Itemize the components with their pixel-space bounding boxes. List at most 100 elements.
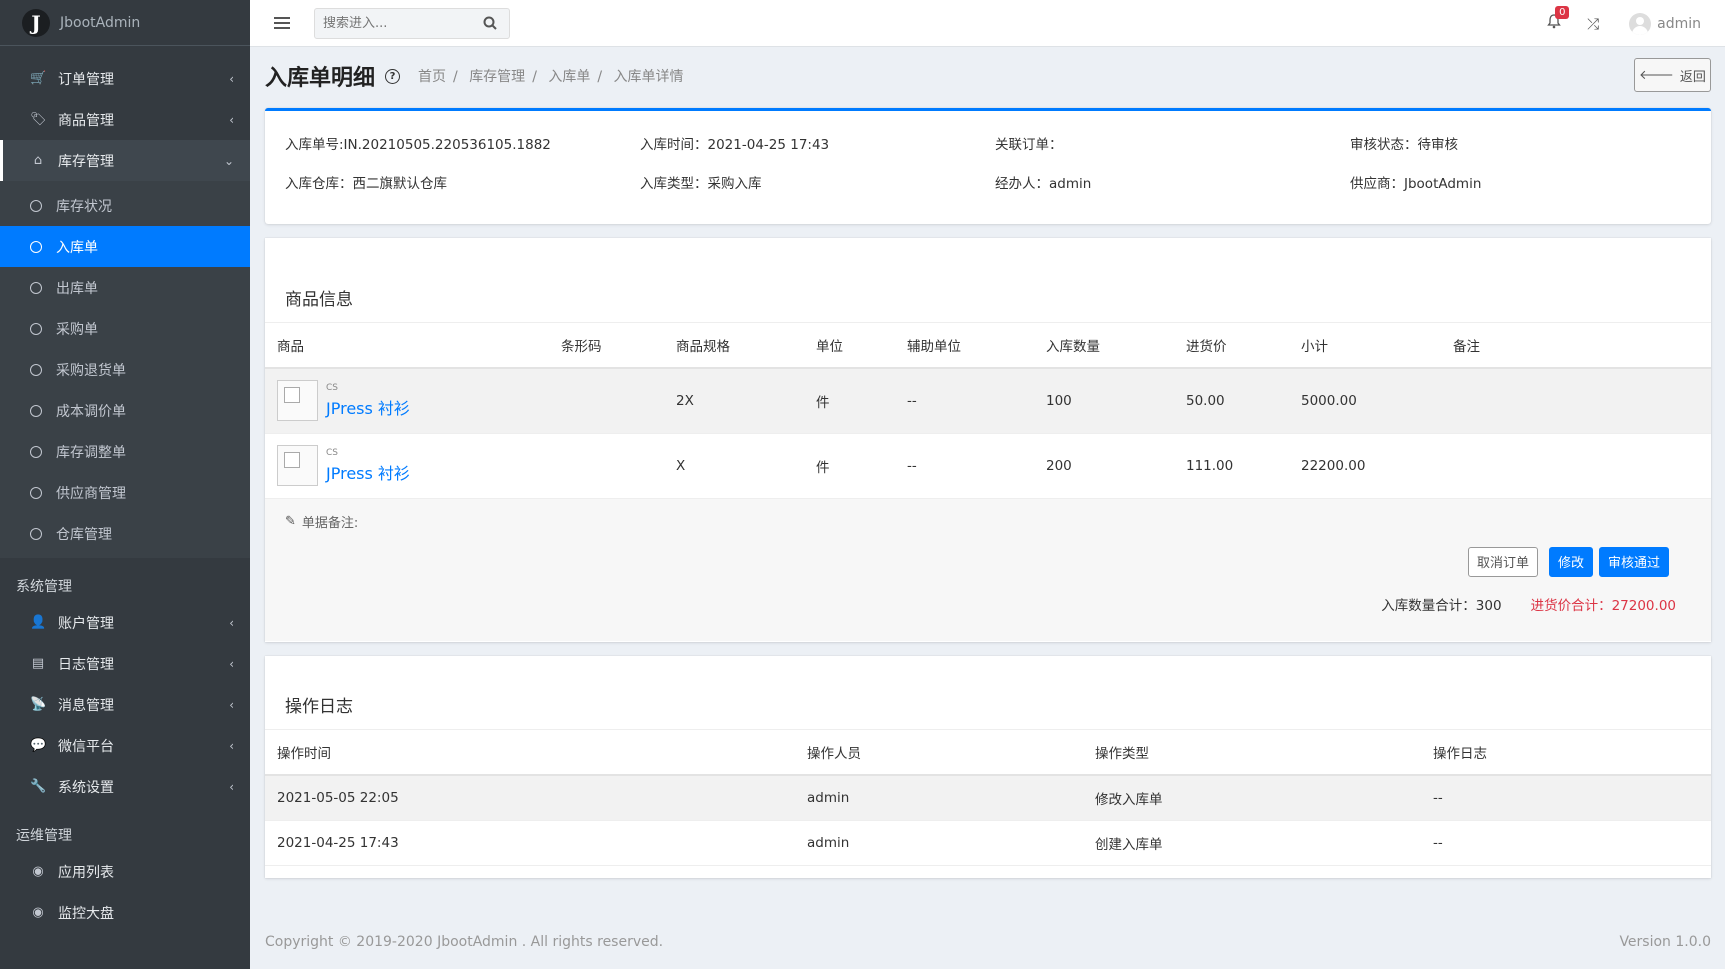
log-title: 操作日志 [265, 656, 1711, 730]
table-row: 2021-05-05 22:05 admin 修改入库单 -- [265, 775, 1711, 821]
sidebar-item-settings[interactable]: 🔧 系统设置 ‹ [0, 766, 250, 807]
col-header: 商品规格 [664, 323, 804, 369]
cell-type: 修改入库单 [1083, 775, 1421, 821]
sidebar-subitem-stock-status[interactable]: 库存状况 [0, 185, 250, 226]
cell-note [1441, 368, 1711, 434]
search-box [314, 7, 510, 39]
col-header: 单位 [804, 323, 895, 369]
page-title: 入库单明细 [265, 66, 376, 91]
sidebar-item-monitor[interactable]: ◉ 监控大盘 [0, 892, 250, 933]
back-button[interactable]: 🡐 返回 [1634, 58, 1711, 92]
info-time: 入库时间：2021-04-25 17:43 [640, 137, 830, 153]
sidebar-subitem-inbound[interactable]: 入库单 [0, 226, 250, 267]
sidebar-subitem-cost-adjust[interactable]: 成本调价单 [0, 390, 250, 431]
circle-icon [30, 322, 42, 335]
cell-detail: -- [1421, 820, 1711, 866]
breadcrumb-home[interactable]: 首页 [418, 69, 446, 85]
shuffle-icon[interactable]: ⤮ [1587, 15, 1599, 33]
sidebar-item-label: 系统设置 [58, 779, 114, 796]
cell-subtotal: 5000.00 [1289, 368, 1441, 434]
product-thumbnail[interactable] [277, 445, 318, 486]
topbar: 0 ⤮ admin [250, 0, 1725, 47]
info-grid: 入库单号:IN.20210505.220536105.1882 入库时间：202… [285, 133, 1691, 192]
product-link[interactable]: JPress 衬衫 [326, 395, 410, 419]
cell-barcode [549, 368, 664, 434]
sidebar-item-label: 库存调整单 [56, 444, 126, 461]
sidebar-item-orders[interactable]: 🛒 订单管理 ‹ [0, 58, 250, 99]
sidebar-item-label: 订单管理 [58, 71, 114, 88]
sidebar-item-label: 采购单 [56, 321, 98, 338]
sidebar-item-stock[interactable]: ⌂ 库存管理 ⌄ [0, 140, 250, 181]
arrow-left-icon: 🡐 [1639, 68, 1674, 83]
notification-badge: 0 [1555, 6, 1570, 19]
brand[interactable]: J JbootAdmin [0, 0, 250, 46]
circle-icon [30, 486, 42, 499]
cell-barcode [549, 433, 664, 499]
search-input[interactable] [315, 15, 475, 31]
product-link[interactable]: JPress 衬衫 [326, 460, 410, 484]
breadcrumb-inbound[interactable]: 入库单 [548, 69, 590, 85]
col-header: 小计 [1289, 323, 1441, 369]
user-menu[interactable]: admin [1629, 12, 1701, 35]
sidebar-item-products[interactable]: 🏷 商品管理 ‹ [0, 99, 250, 140]
brand-name: JbootAdmin [60, 14, 141, 31]
chevron-left-icon: ‹ [229, 71, 234, 86]
goods-title: 商品信息 [265, 238, 1711, 323]
section-header-system: 系统管理 [16, 579, 72, 595]
search-icon[interactable] [475, 16, 505, 30]
sidebar-item-label: 微信平台 [58, 738, 114, 755]
gauge-icon: ◉ [32, 905, 44, 920]
cell-price: 111.00 [1174, 433, 1289, 499]
cell-unit: 件 [804, 368, 895, 434]
sidebar-item-messages[interactable]: 📡 消息管理 ‹ [0, 684, 250, 725]
breadcrumb-stock[interactable]: 库存管理 [469, 69, 525, 85]
sidebar-subitem-outbound[interactable]: 出库单 [0, 267, 250, 308]
sidebar-item-label: 应用列表 [58, 864, 114, 881]
col-header: 备注 [1441, 323, 1711, 369]
chevron-left-icon: ‹ [229, 112, 234, 127]
sidebar-subitem-suppliers[interactable]: 供应商管理 [0, 472, 250, 513]
circle-icon [30, 281, 42, 294]
edit-button[interactable]: 修改 [1548, 546, 1593, 577]
sidebar-subitem-purchase[interactable]: 采购单 [0, 308, 250, 349]
chevron-left-icon: ‹ [229, 779, 234, 794]
sidebar-item-wechat[interactable]: 💬 微信平台 ‹ [0, 725, 250, 766]
sidebar-item-label: 出库单 [56, 280, 98, 297]
chevron-left-icon: ‹ [229, 738, 234, 753]
cell-detail: -- [1421, 775, 1711, 821]
chevron-down-icon: ⌄ [223, 153, 234, 168]
sidebar-item-label: 商品管理 [58, 112, 114, 129]
stock-submenu: 库存状况 入库单 出库单 采购单 采购退货单 成本调价单 库存调整单 供应商管理… [0, 181, 250, 558]
remark-label: 单据备注: [301, 515, 359, 531]
sidebar-subitem-stock-adjust[interactable]: 库存调整单 [0, 431, 250, 472]
page-header: 入库单明细 ? 首页 / 库存管理 / 入库单 / 入库单详情 🡐 返回 [265, 47, 1711, 105]
cell-aux-unit: -- [895, 368, 1034, 434]
cancel-order-button[interactable]: 取消订单 [1467, 546, 1538, 577]
brand-logo: J [22, 8, 50, 37]
approve-button[interactable]: 审核通过 [1598, 546, 1669, 577]
product-thumbnail[interactable] [277, 380, 318, 422]
sidebar-item-accounts[interactable]: 👤 账户管理 ‹ [0, 602, 250, 643]
topbar-right: 0 ⤮ admin [1547, 0, 1701, 47]
sidebar-item-label: 供应商管理 [56, 485, 126, 502]
hamburger-icon[interactable] [274, 14, 290, 32]
sidebar-subitem-warehouses[interactable]: 仓库管理 [0, 513, 250, 554]
breadcrumb: 首页 / 库存管理 / 入库单 / 入库单详情 [418, 69, 684, 85]
wrench-icon: 🔧 [30, 779, 47, 794]
notification-button[interactable]: 0 [1547, 6, 1570, 33]
totals: 入库数量合计：300 进货价合计：27200.00 [1381, 594, 1676, 614]
cell-aux-unit: -- [895, 433, 1034, 499]
sidebar-subitem-purchase-return[interactable]: 采购退货单 [0, 349, 250, 390]
order-remark[interactable]: ✎ 单据备注: [285, 512, 358, 531]
sidebar-item-logs[interactable]: ▤ 日志管理 ‹ [0, 643, 250, 684]
section-header-ops: 运维管理 [16, 828, 72, 844]
cell-time: 2021-05-05 22:05 [265, 775, 795, 821]
action-buttons: 取消订单 修改 审核通过 [1457, 546, 1669, 577]
cell-time: 2021-04-25 17:43 [265, 820, 795, 866]
cell-subtotal: 22200.00 [1289, 433, 1441, 499]
info-handler: 经办人：admin [995, 176, 1092, 192]
book-icon: ▤ [31, 656, 45, 671]
sidebar-item-apps[interactable]: ◉ 应用列表 [0, 851, 250, 892]
goods-footer: ✎ 单据备注: 取消订单 修改 审核通过 入库数量合计：300 进货价合计：27… [265, 498, 1711, 641]
help-icon[interactable]: ? [385, 68, 401, 84]
